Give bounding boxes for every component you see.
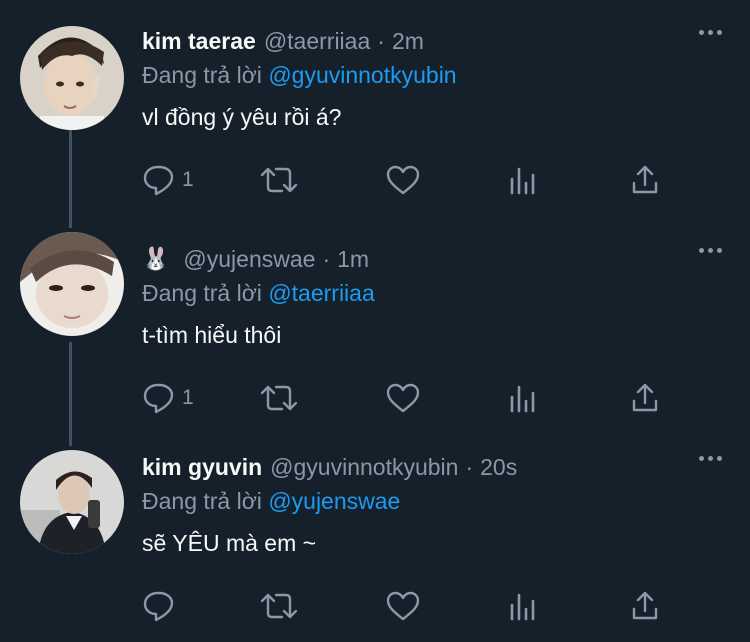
separator: · bbox=[322, 245, 331, 272]
tweet-3[interactable]: kim gyuvin @gyuvinnotkyubin · 20s Đang t… bbox=[0, 450, 750, 642]
replying-to: Đang trả lời @gyuvinnotkyubin bbox=[142, 62, 457, 89]
display-name[interactable]: kim gyuvin bbox=[142, 454, 262, 481]
tweet-text: vl đồng ý yêu rồi á? bbox=[142, 104, 342, 130]
views-button[interactable] bbox=[508, 162, 538, 198]
retweet-button[interactable] bbox=[260, 162, 298, 198]
like-icon bbox=[386, 383, 420, 413]
tweet-header: kim taerae @taerriiaa · 2m bbox=[142, 26, 424, 56]
share-icon bbox=[630, 165, 660, 195]
user-handle[interactable]: @taerriiaa bbox=[264, 28, 370, 55]
retweet-icon bbox=[260, 591, 298, 621]
like-button[interactable] bbox=[386, 162, 420, 198]
more-icon[interactable] bbox=[699, 248, 722, 253]
like-button[interactable] bbox=[386, 588, 420, 624]
share-icon bbox=[630, 591, 660, 621]
reply-icon bbox=[142, 590, 176, 622]
reply-count: 1 bbox=[182, 386, 194, 409]
replying-label: Đang trả lời bbox=[142, 488, 262, 514]
retweet-button[interactable] bbox=[260, 380, 298, 416]
views-button[interactable] bbox=[508, 588, 538, 624]
avatar[interactable] bbox=[20, 26, 124, 130]
tweet-1[interactable]: kim taerae @taerriiaa · 2m Đang trả lời … bbox=[0, 26, 750, 216]
action-bar: 1 bbox=[142, 162, 682, 198]
share-button[interactable] bbox=[630, 588, 660, 624]
mention-link[interactable]: @yujenswae bbox=[268, 488, 400, 514]
avatar[interactable] bbox=[20, 232, 124, 336]
separator: · bbox=[377, 27, 385, 54]
views-icon bbox=[508, 591, 538, 621]
separator: · bbox=[465, 453, 474, 480]
timestamp[interactable]: 2m bbox=[392, 28, 424, 55]
mention-link[interactable]: @gyuvinnotkyubin bbox=[268, 62, 456, 88]
display-name[interactable]: kim taerae bbox=[142, 28, 256, 55]
replying-label: Đang trả lời bbox=[142, 280, 262, 306]
reply-button[interactable]: 1 bbox=[142, 380, 194, 416]
timestamp[interactable]: 1m bbox=[337, 246, 369, 273]
replying-to: Đang trả lời @yujenswae bbox=[142, 488, 400, 515]
share-icon bbox=[630, 383, 660, 413]
share-button[interactable] bbox=[630, 162, 660, 198]
timestamp[interactable]: 20s bbox=[480, 454, 517, 481]
user-handle[interactable]: @gyuvinnotkyubin bbox=[270, 454, 458, 481]
like-icon bbox=[386, 165, 420, 195]
reply-button[interactable]: 1 bbox=[142, 162, 194, 198]
retweet-button[interactable] bbox=[260, 588, 298, 624]
reply-icon bbox=[142, 382, 176, 414]
more-icon[interactable] bbox=[699, 30, 722, 35]
tweet-text: t-tìm hiểu thôi bbox=[142, 322, 282, 348]
views-icon bbox=[508, 165, 538, 195]
like-button[interactable] bbox=[386, 380, 420, 416]
reply-icon bbox=[142, 164, 176, 196]
display-name[interactable]: 🐰 bbox=[142, 246, 169, 272]
views-button[interactable] bbox=[508, 380, 538, 416]
action-bar bbox=[142, 588, 682, 624]
user-handle[interactable]: @yujenswae bbox=[183, 246, 315, 273]
mention-link[interactable]: @taerriiaa bbox=[268, 280, 374, 306]
reply-count: 1 bbox=[182, 168, 194, 191]
like-icon bbox=[386, 591, 420, 621]
tweet-header: 🐰 @yujenswae · 1m bbox=[142, 244, 369, 274]
retweet-icon bbox=[260, 383, 298, 413]
reply-button[interactable] bbox=[142, 588, 182, 624]
action-bar: 1 bbox=[142, 380, 682, 416]
share-button[interactable] bbox=[630, 380, 660, 416]
replying-label: Đang trả lời bbox=[142, 62, 262, 88]
tweet-2[interactable]: 🐰 @yujenswae · 1m Đang trả lời @taerriia… bbox=[0, 232, 750, 434]
tweet-text: sẽ YÊU mà em ~ bbox=[142, 530, 317, 556]
replying-to: Đang trả lời @taerriiaa bbox=[142, 280, 375, 307]
more-icon[interactable] bbox=[699, 456, 722, 461]
views-icon bbox=[508, 383, 538, 413]
tweet-header: kim gyuvin @gyuvinnotkyubin · 20s bbox=[142, 452, 517, 482]
avatar[interactable] bbox=[20, 450, 124, 554]
retweet-icon bbox=[260, 165, 298, 195]
